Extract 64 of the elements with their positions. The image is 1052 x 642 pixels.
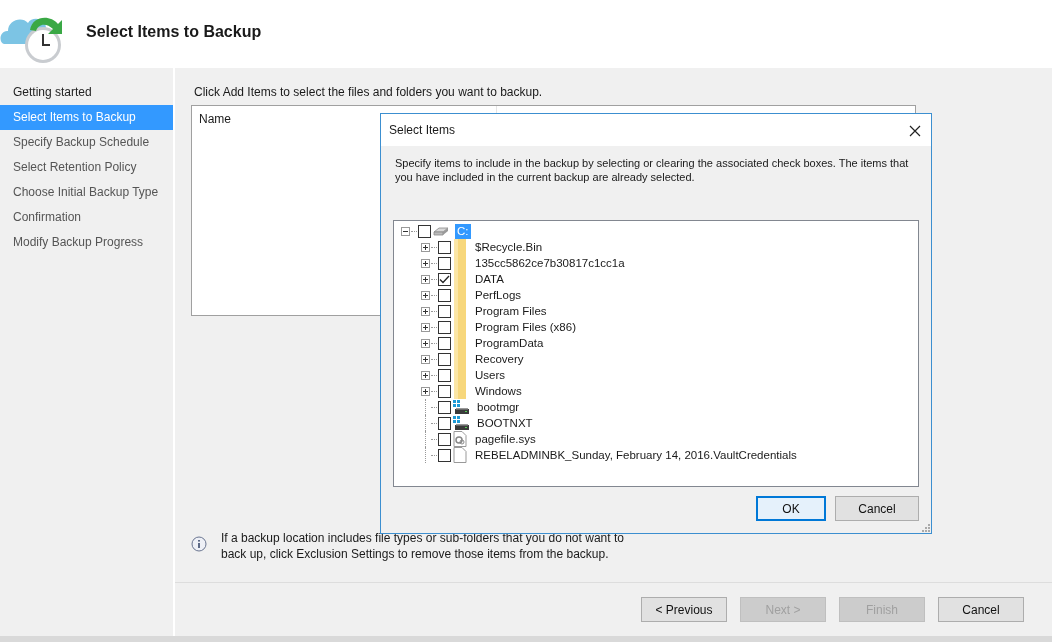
page-title: Select Items to Backup [86,23,262,41]
expand-icon[interactable] [421,386,430,396]
tree-item[interactable]: DATA [473,271,506,287]
cancel-button[interactable]: Cancel [835,496,919,521]
expand-icon[interactable] [421,338,430,348]
expand-icon[interactable] [421,274,430,284]
close-icon[interactable] [909,125,921,137]
checkbox[interactable] [438,320,451,334]
sidebar-item[interactable]: Confirmation [0,205,173,230]
checkbox[interactable] [438,384,451,398]
sidebar-item[interactable]: Getting started [0,80,173,105]
expand-icon[interactable] [421,322,430,332]
tree-item[interactable]: pagefile.sys [473,431,538,447]
checkbox[interactable] [438,304,451,318]
dialog-description: Specify items to include in the backup by selecting or clearing the associated check boxes. The items that you have included in the current backup are already selected. [394,156,910,185]
expand-icon[interactable] [421,290,430,300]
tree-item[interactable]: REBELADMINBK_Sunday, February 14, 2016.VaultCredentials [473,447,799,463]
folder-icon [453,239,467,255]
tree-item[interactable]: Recovery [473,351,526,367]
instruction-text: Click Add Items to select the files and folders you want to backup. [194,85,544,99]
gear-file-icon [453,431,467,447]
drive-icon [433,224,449,238]
checkbox[interactable] [438,336,451,350]
sidebar-item[interactable]: Specify Backup Schedule [0,130,173,155]
tree-item[interactable]: bootmgr [475,399,522,415]
tree-item[interactable]: Program Files (x86) [473,319,578,335]
tree-item[interactable]: 135cc5862ce7b30817c1cc1a [473,255,627,271]
expand-icon[interactable] [421,258,430,268]
expand-icon[interactable] [421,354,430,364]
system-file-icon [453,399,469,415]
checkbox[interactable] [438,400,451,414]
checkbox[interactable] [438,288,451,302]
sidebar-item[interactable]: Select Retention Policy [0,155,173,180]
tree-item[interactable]: Windows [473,383,524,399]
checkbox[interactable] [438,352,451,366]
tree-item[interactable]: BOOTNXT [475,415,535,431]
checkbox[interactable] [438,416,451,430]
ok-button[interactable]: OK [756,496,826,521]
expand-icon[interactable] [421,370,430,380]
info-icon [191,536,207,552]
resize-grip-icon[interactable] [921,523,930,532]
checkbox[interactable] [438,432,451,446]
checkbox[interactable] [438,368,451,382]
sidebar-item[interactable]: Choose Initial Backup Type [0,180,173,205]
wizard-button[interactable]: < Previous [641,597,727,622]
wizard-button[interactable]: Cancel [938,597,1024,622]
checkbox[interactable] [438,448,451,462]
checkbox[interactable] [438,272,451,286]
expand-icon[interactable] [421,306,430,316]
tree-item[interactable]: ProgramData [473,335,546,351]
system-file-icon [453,415,469,431]
tree-item[interactable]: $Recycle.Bin [473,239,545,255]
file-icon [453,447,467,463]
checkbox[interactable] [418,224,431,238]
collapse-icon[interactable] [401,226,410,236]
info-note: If a backup location includes file types or sub-folders that you do not want to back up, click Exclusion Settings to remove those items from the backup. [221,530,625,562]
sidebar-item[interactable]: Modify Backup Progress [0,230,173,255]
checkbox[interactable] [438,256,451,270]
folder-icon [453,383,467,399]
expand-icon[interactable] [421,242,430,252]
tree-item[interactable]: Program Files [473,303,549,319]
tree-item[interactable]: PerfLogs [473,287,524,303]
tree-item[interactable]: Users [473,367,508,383]
checkbox[interactable] [438,240,451,254]
